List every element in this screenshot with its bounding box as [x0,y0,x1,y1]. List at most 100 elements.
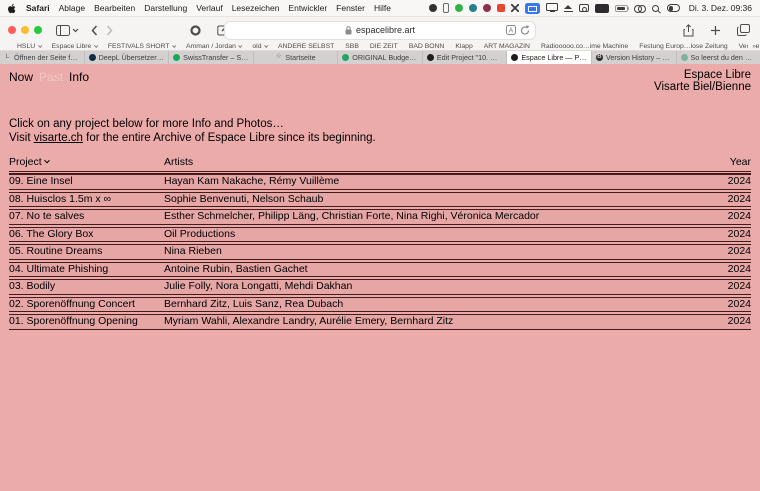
menu-item[interactable]: Entwickler [288,3,327,13]
browser-tab[interactable]: So leerst du den Cach… [677,51,760,64]
menu-item[interactable]: Fenster [336,3,365,13]
tab-favicon: ☆ [275,54,282,61]
favorites-item[interactable]: Radiooooo.co…ime Machine [541,43,628,50]
browser-tab[interactable]: SwissTransfer – Siche… [169,51,254,64]
browser-tab[interactable]: ☆Startseite [254,51,339,64]
tab-overview-icon[interactable] [737,24,750,36]
project-cell: 01. Sporenöffnung Opening [9,316,164,328]
table-rows: 09. Eine InselHayan Kam Nakache, Rémy Vu… [9,174,751,330]
site-org: Visarte Biel/Bienne [654,81,751,93]
menu-item[interactable]: Ablage [59,3,85,13]
favorites-item[interactable]: BAD BONN [409,43,445,50]
maroon-app-icon[interactable] [483,4,491,12]
minimize-window-button[interactable] [21,26,29,34]
tab-bar: LÖffnen der Seite fehlg…DeepL Übersetzer… [0,51,760,64]
close-window-button[interactable] [8,26,16,34]
page-nav-link[interactable]: Now [9,70,33,84]
project-row[interactable]: 05. Routine DreamsNina Rieben2024 [9,244,751,260]
link-icon[interactable] [634,5,646,12]
browser-tab[interactable]: BVersion History – Lay… [592,51,677,64]
browser-tab[interactable]: Edit Project "10. Resid… [423,51,508,64]
page-nav-link[interactable]: Past [39,70,63,84]
browser-tab[interactable]: LÖffnen der Seite fehlg… [0,51,85,64]
back-button[interactable] [91,25,98,36]
project-row[interactable]: 02. Sporenöffnung ConcertBernhard Zitz, … [9,297,751,313]
menu-bar-clock[interactable]: Di. 3. Dez. 09:36 [689,3,752,13]
active-printer-icon[interactable] [525,3,540,14]
menu-item[interactable]: Hilfe [374,3,391,13]
browser-tab[interactable]: ORIGINAL Budget 202… [338,51,423,64]
project-cell: 03. Bodily [9,281,164,293]
chevron-down-icon [38,44,42,48]
visarte-link[interactable]: visarte.ch [34,132,83,144]
project-row[interactable]: 04. Ultimate PhishingAntoine Rubin, Bast… [9,262,751,278]
favorites-item[interactable]: ART MAGAZIN [484,43,530,50]
tab-favicon [89,54,96,61]
lock-icon [345,26,352,35]
control-center-icon[interactable] [667,4,680,12]
favorites-item[interactable]: Espace Libre [52,43,97,50]
web-page: Now Past Info Espace Libre Visarte Biel/Bi… [0,64,760,491]
zoom-window-button[interactable] [34,26,42,34]
menu-item[interactable]: Darstellung [144,3,187,13]
battery-icon[interactable] [615,5,628,12]
sidebar-chevron-icon[interactable] [72,28,79,33]
screenshot-icon[interactable] [579,4,589,12]
green-app-icon[interactable] [455,4,463,12]
header-project[interactable]: Project [9,156,164,168]
teal-app-icon[interactable] [469,4,477,12]
favorites-item[interactable]: Amman / Jordan [186,43,241,50]
svg-text:A: A [509,27,514,34]
favorites-item[interactable]: HSLU [17,43,41,50]
black-widget-icon[interactable] [595,4,609,13]
menu-bar-right: Di. 3. Dez. 09:36 [429,3,752,14]
orange-app-icon[interactable] [497,4,505,12]
sidebar-icon[interactable] [56,25,70,36]
status-icons [429,3,680,14]
project-row[interactable]: 03. BodilyJulie Folly, Nora Longatti, Me… [9,279,751,295]
menu-safari[interactable]: Safari [26,3,50,13]
favorites-item[interactable]: old [252,43,267,50]
project-row[interactable]: 07. No te salvesEsther Schmelcher, Phili… [9,209,751,225]
url-text: espacelibre.art [356,25,415,35]
share-icon[interactable] [683,24,694,37]
record-dot-icon[interactable] [429,4,437,12]
page-nav-link[interactable]: Info [69,70,89,84]
favorites-item[interactable]: Klapp [455,43,472,50]
favorites-item[interactable]: FESTIVALS SHORT [108,43,175,50]
eject-icon[interactable] [564,4,573,13]
favorites-item[interactable]: ANDERE SELBST [278,43,334,50]
favorites-item[interactable]: DIE ZEIT [370,43,398,50]
artists-cell: Julie Folly, Nora Longatti, Mehdi Dakhan [164,281,691,293]
browser-tab[interactable]: DeepL Übersetzer: De… [85,51,170,64]
menu-item[interactable]: Lesezeichen [232,3,280,13]
forward-button[interactable] [106,25,113,36]
address-bar[interactable]: espacelibre.art A [224,21,536,40]
year-cell: 2024 [691,176,751,188]
privacy-report-icon[interactable] [190,25,201,36]
menu-item[interactable]: Bearbeiten [94,3,135,13]
apple-logo-icon[interactable] [8,3,17,14]
favorites-item[interactable]: Festung Europ…lose Zeitung [639,43,727,50]
spotlight-icon[interactable] [652,5,659,12]
chevron-down-icon [238,44,242,48]
menu-item[interactable]: Verlauf [196,3,222,13]
favorites-overflow-chevron[interactable]: » [748,43,756,50]
browser-tab[interactable]: Espace Libre — Past [507,51,592,64]
project-row[interactable]: 08. Huisclos 1.5m x ∞Sophie Benvenuti, N… [9,192,751,208]
expand-arrows-icon[interactable] [511,4,519,12]
project-cell: 08. Huisclos 1.5m x ∞ [9,194,164,206]
favorites-item[interactable]: SBB [345,43,359,50]
iphone-icon[interactable] [443,3,449,13]
project-row[interactable]: 09. Eine InselHayan Kam Nakache, Rémy Vu… [9,174,751,190]
site-title: Espace Libre Visarte Biel/Bienne [654,69,751,93]
display-icon[interactable] [546,3,558,11]
favorites-bar: HSLU Espace Libre FESTIVALS SHORT Amman / J… [0,43,760,51]
chevron-down-icon [94,44,98,48]
new-tab-icon[interactable] [710,25,721,36]
project-row[interactable]: 01. Sporenöffnung OpeningMyriam Wahli, A… [9,314,751,330]
reload-icon[interactable] [520,25,530,36]
intro-line-1: Click on any project below for more Info… [9,118,751,132]
translate-icon[interactable]: A [506,25,516,35]
project-row[interactable]: 06. The Glory BoxOil Productions2024 [9,227,751,243]
